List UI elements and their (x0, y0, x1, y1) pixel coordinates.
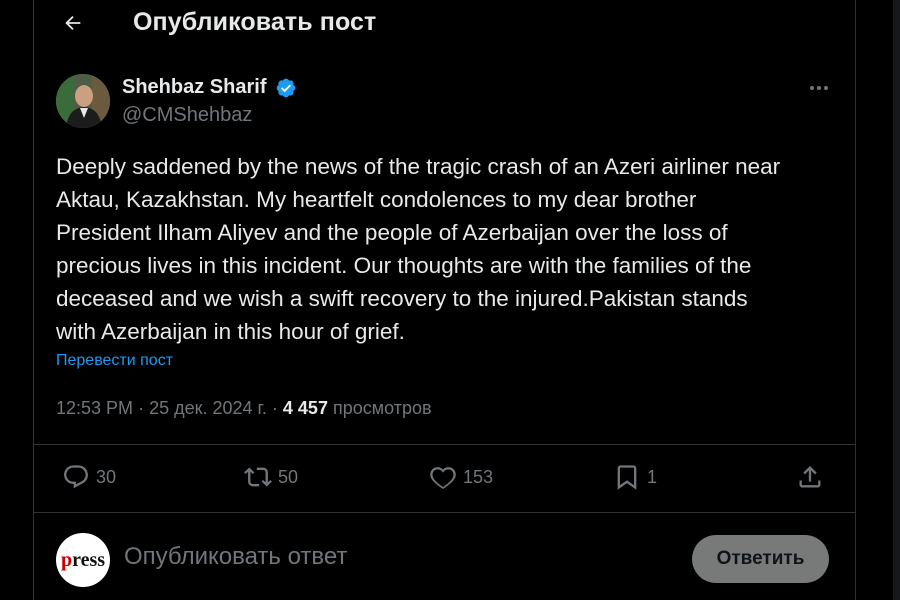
views-count: 4 457 (282, 398, 328, 418)
arrow-left-icon (65, 15, 81, 31)
more-dot-icon (817, 86, 821, 90)
more-options-button[interactable] (807, 80, 831, 96)
tweet-line: President Ilham Aliyev and the people of… (56, 220, 728, 245)
bookmark-icon (617, 465, 637, 490)
avatar-logo-letter: p (60, 548, 73, 571)
left-column-border (33, 0, 34, 600)
bookmark-button[interactable]: 1 (613, 462, 657, 492)
right-sidebar-edge (893, 0, 900, 600)
tweet-line: Deeply saddened by the news of the tragi… (56, 154, 781, 179)
heart-icon (430, 467, 456, 490)
page-title: Опубликовать пост (133, 8, 377, 36)
verified-badge-icon (276, 78, 296, 98)
author-handle[interactable]: @CMShehbaz (122, 104, 252, 127)
meta-separator: · (271, 398, 283, 418)
repost-icon (244, 467, 272, 487)
repost-button[interactable]: 50 (244, 462, 298, 492)
share-icon (799, 466, 821, 488)
user-avatar[interactable]: p ress (56, 533, 110, 587)
reply-submit-button[interactable]: Ответить (692, 535, 829, 583)
back-button[interactable] (56, 6, 90, 40)
tweet-text: Deeply saddened by the news of the tragi… (56, 150, 846, 348)
author-name[interactable]: Shehbaz Sharif (122, 76, 266, 99)
tweet-actions: 30 50 153 1 (34, 446, 855, 510)
page-header: Опубликовать пост (34, 0, 855, 46)
like-count: 153 (463, 466, 494, 487)
more-dot-icon (824, 86, 828, 90)
tweet-line: precious lives in this incident. Our tho… (56, 253, 752, 278)
tweet-line: Aktau, Kazakhstan. My heartfelt condolen… (56, 187, 697, 212)
right-column-border (855, 0, 856, 600)
reply-button[interactable]: 30 (62, 462, 116, 492)
tweet-meta: 12:53 PM · 25 дек. 2024 г. · 4 457 просм… (56, 398, 432, 419)
views-label: просмотров (332, 398, 432, 418)
bookmark-count: 1 (647, 466, 658, 487)
share-button[interactable] (796, 462, 824, 492)
reply-count: 30 (96, 466, 117, 487)
repost-count: 50 (278, 466, 299, 487)
reply-icon (64, 465, 88, 489)
translate-post-link[interactable]: Перевести пост (56, 352, 173, 370)
avatar-logo-text: ress (72, 548, 106, 571)
tweet-date[interactable]: 25 дек. 2024 г. (149, 398, 267, 418)
author-avatar[interactable] (56, 74, 110, 128)
like-button[interactable]: 153 (429, 462, 493, 492)
more-dot-icon (810, 86, 814, 90)
tweet-line: with Azerbaijan in this hour of grief. (56, 319, 405, 344)
meta-separator: · (138, 398, 150, 418)
tweet-time[interactable]: 12:53 PM (56, 398, 133, 418)
divider (34, 512, 855, 513)
tweet-line: deceased and we wish a swift recovery to… (56, 286, 748, 311)
divider (34, 444, 855, 445)
reply-input[interactable]: Опубликовать ответ (124, 543, 347, 571)
avatar-portrait-icon (56, 74, 110, 128)
